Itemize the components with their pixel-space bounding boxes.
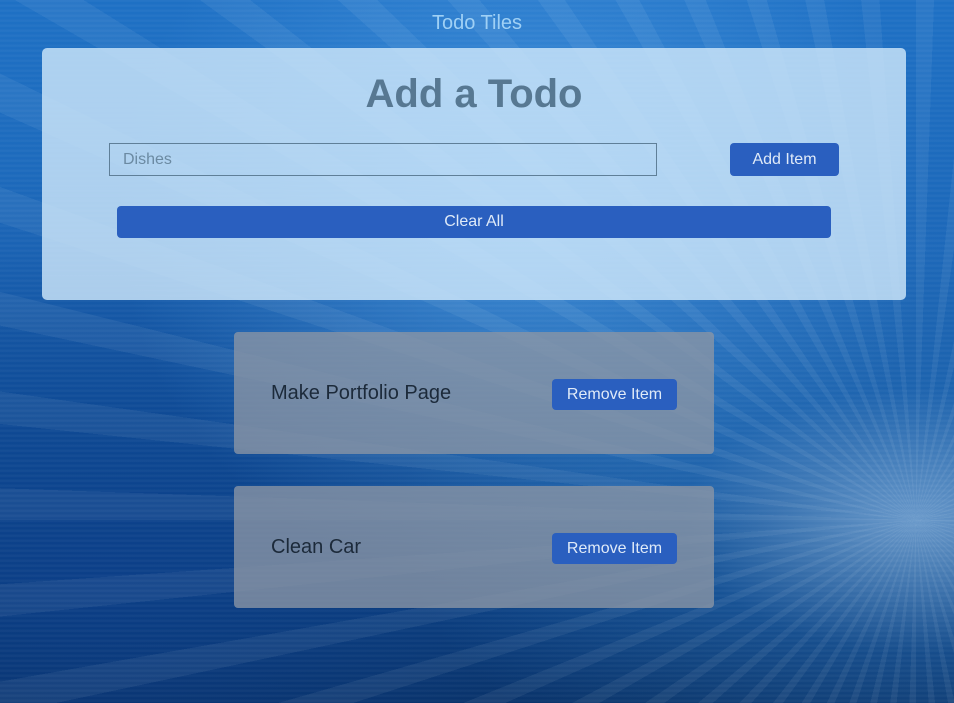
todo-card: Make Portfolio Page Remove Item	[234, 332, 714, 454]
add-todo-heading: Add a Todo	[365, 72, 583, 116]
todo-item-text: Clean Car	[271, 536, 362, 558]
add-todo-panel: Add a Todo Add Item Clear All	[42, 48, 906, 300]
todo-item-text: Make Portfolio Page	[271, 382, 452, 404]
remove-item-button[interactable]: Remove Item	[552, 533, 677, 564]
todo-card: Clean Car Remove Item	[234, 486, 714, 608]
app-title: Todo Tiles	[431, 12, 523, 34]
todo-input[interactable]	[109, 143, 657, 176]
clear-all-button[interactable]: Clear All	[117, 206, 831, 238]
remove-item-button[interactable]: Remove Item	[552, 379, 677, 410]
add-item-button[interactable]: Add Item	[730, 143, 839, 176]
